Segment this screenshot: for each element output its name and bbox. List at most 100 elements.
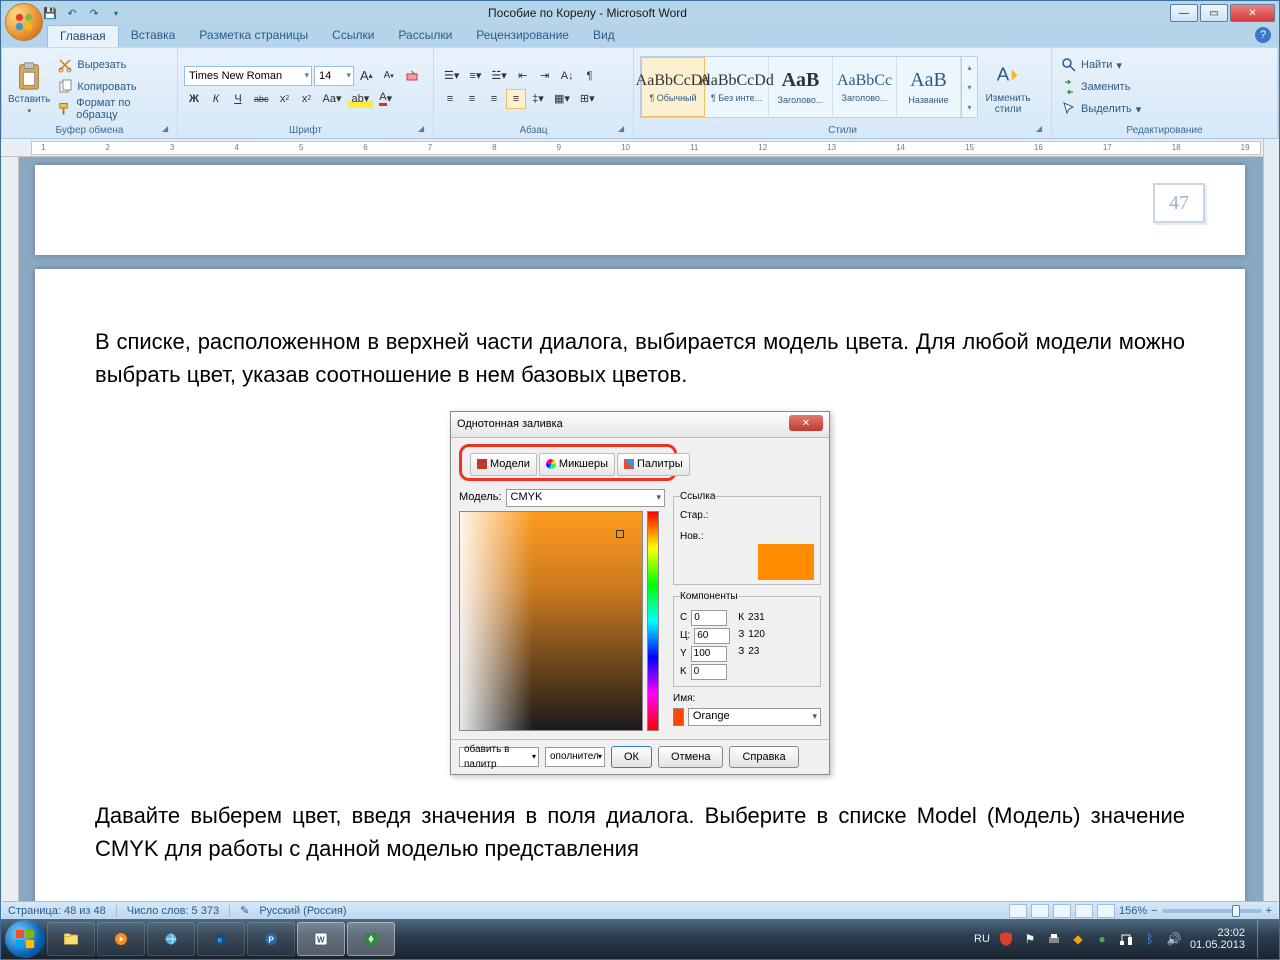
- taskbar-explorer[interactable]: [47, 922, 95, 956]
- zoom-slider[interactable]: [1162, 909, 1262, 913]
- taskbar-corel[interactable]: [347, 922, 395, 956]
- help-icon[interactable]: ?: [1255, 27, 1271, 43]
- find-button[interactable]: Найти▾: [1058, 55, 1144, 75]
- tray-bluetooth-icon[interactable]: ᛒ: [1142, 931, 1158, 947]
- view-print-layout-button[interactable]: [1009, 904, 1027, 918]
- tab-review[interactable]: Рецензирование: [464, 25, 581, 47]
- style-title[interactable]: AaBНазвание: [897, 57, 961, 117]
- style-heading1[interactable]: AaBЗаголово...: [769, 57, 833, 117]
- tray-printer-icon[interactable]: [1046, 931, 1062, 947]
- change-case-button[interactable]: Aa▾: [319, 89, 346, 109]
- align-center-button[interactable]: ≡: [462, 89, 482, 109]
- replace-button[interactable]: Заменить: [1058, 77, 1144, 97]
- clipboard-launcher-icon[interactable]: ◢: [162, 124, 174, 136]
- increase-indent-button[interactable]: ⇥: [535, 66, 555, 86]
- qat-undo-button[interactable]: ↶: [63, 4, 81, 22]
- window-minimize-button[interactable]: —: [1170, 4, 1198, 22]
- taskbar-ie-light[interactable]: [147, 922, 195, 956]
- font-family-combo[interactable]: Times New Roman: [184, 66, 312, 86]
- zoom-out-button[interactable]: −: [1151, 905, 1157, 917]
- horizontal-ruler[interactable]: 12345678910111213141516171819: [1, 139, 1263, 157]
- vertical-scrollbar[interactable]: [1263, 139, 1279, 917]
- copy-button[interactable]: Копировать: [54, 77, 171, 97]
- cut-button[interactable]: Вырезать: [54, 55, 171, 75]
- select-button[interactable]: Выделить▾: [1058, 99, 1144, 119]
- style-no-spacing[interactable]: AaBbCcDd¶ Без инте...: [705, 57, 769, 117]
- tab-page-layout[interactable]: Разметка страницы: [187, 25, 320, 47]
- vertical-ruler[interactable]: [1, 157, 19, 917]
- tab-insert[interactable]: Вставка: [119, 25, 188, 47]
- font-color-button[interactable]: A▾: [375, 89, 396, 109]
- line-spacing-button[interactable]: ‡▾: [528, 89, 548, 109]
- qat-customize-button[interactable]: ▾: [107, 4, 125, 22]
- window-close-button[interactable]: ✕: [1230, 4, 1275, 22]
- sort-button[interactable]: A↓: [557, 66, 578, 86]
- qat-redo-button[interactable]: ↷: [85, 4, 103, 22]
- bold-button[interactable]: Ж: [184, 89, 204, 109]
- show-desktop-button[interactable]: [1257, 920, 1269, 958]
- tray-flag-icon[interactable]: ⚑: [1022, 931, 1038, 947]
- shrink-font-button[interactable]: A▾: [379, 66, 399, 86]
- view-outline-button[interactable]: [1075, 904, 1093, 918]
- clear-formatting-button[interactable]: [401, 66, 425, 86]
- tab-home[interactable]: Главная: [47, 25, 119, 47]
- decrease-indent-button[interactable]: ⇤: [513, 66, 533, 86]
- qat-save-button[interactable]: 💾: [41, 4, 59, 22]
- style-heading2[interactable]: AaBbCcЗаголово...: [833, 57, 897, 117]
- paste-button[interactable]: Вставить ▾: [8, 53, 50, 121]
- justify-button[interactable]: ≡: [506, 89, 526, 109]
- styles-gallery[interactable]: AaBbCcDd¶ Обычный AaBbCcDd¶ Без инте... …: [640, 56, 978, 118]
- start-button[interactable]: [5, 920, 45, 958]
- status-language[interactable]: Русский (Россия): [259, 905, 346, 917]
- document-viewport[interactable]: 47 В списке, расположенном в верхней час…: [19, 157, 1263, 917]
- view-full-screen-button[interactable]: [1031, 904, 1049, 918]
- tray-network-icon[interactable]: [1118, 931, 1134, 947]
- format-painter-button[interactable]: Формат по образцу: [54, 99, 171, 119]
- align-left-button[interactable]: ≡: [440, 89, 460, 109]
- styles-gallery-scroll[interactable]: ▴▾▾: [961, 57, 977, 117]
- taskbar-ie-dark[interactable]: e: [197, 922, 245, 956]
- tray-app-icon-2[interactable]: ●: [1094, 931, 1110, 947]
- tray-volume-icon[interactable]: 🔊: [1166, 931, 1182, 947]
- subscript-button[interactable]: x2: [275, 89, 295, 109]
- status-proofing-icon[interactable]: ✎: [240, 904, 249, 917]
- style-normal[interactable]: AaBbCcDd¶ Обычный: [641, 57, 705, 117]
- office-button[interactable]: [5, 3, 43, 41]
- tab-view[interactable]: Вид: [581, 25, 627, 47]
- tray-language[interactable]: RU: [974, 933, 990, 945]
- tab-references[interactable]: Ссылки: [320, 25, 386, 47]
- bullets-button[interactable]: ☰▾: [440, 66, 463, 86]
- multilevel-button[interactable]: ☱▾: [487, 66, 510, 86]
- align-right-button[interactable]: ≡: [484, 89, 504, 109]
- font-launcher-icon[interactable]: ◢: [418, 124, 430, 136]
- show-marks-button[interactable]: ¶: [580, 66, 600, 86]
- italic-button[interactable]: К: [206, 89, 226, 109]
- shading-button[interactable]: ▦▾: [550, 89, 574, 109]
- tray-time[interactable]: 23:02: [1190, 927, 1245, 939]
- styles-launcher-icon[interactable]: ◢: [1036, 124, 1048, 136]
- view-draft-button[interactable]: [1097, 904, 1115, 918]
- tray-date[interactable]: 01.05.2013: [1190, 939, 1245, 951]
- superscript-button[interactable]: x2: [297, 89, 317, 109]
- change-styles-button[interactable]: A Изменить стили: [982, 53, 1034, 121]
- taskbar-app-p[interactable]: P: [247, 922, 295, 956]
- zoom-in-button[interactable]: +: [1266, 905, 1272, 917]
- window-maximize-button[interactable]: ▭: [1200, 4, 1228, 22]
- underline-button[interactable]: Ч: [228, 89, 248, 109]
- tray-app-icon-1[interactable]: ◆: [1070, 931, 1086, 947]
- tray-security-icon[interactable]: [998, 931, 1014, 947]
- grow-font-button[interactable]: A▴: [356, 66, 377, 86]
- zoom-level[interactable]: 156%: [1119, 905, 1147, 917]
- highlight-button[interactable]: ab▾: [348, 89, 374, 109]
- tab-mailings[interactable]: Рассылки: [386, 25, 464, 47]
- view-web-button[interactable]: [1053, 904, 1071, 918]
- status-word-count[interactable]: Число слов: 5 373: [127, 905, 219, 917]
- paragraph-launcher-icon[interactable]: ◢: [618, 124, 630, 136]
- borders-button[interactable]: ⊞▾: [576, 89, 599, 109]
- status-page[interactable]: Страница: 48 из 48: [8, 905, 106, 917]
- numbering-button[interactable]: ≡▾: [465, 66, 485, 86]
- taskbar-media-player[interactable]: [97, 922, 145, 956]
- strikethrough-button[interactable]: abc: [250, 89, 273, 109]
- taskbar-word[interactable]: W: [297, 922, 345, 956]
- font-size-combo[interactable]: 14: [314, 66, 354, 86]
